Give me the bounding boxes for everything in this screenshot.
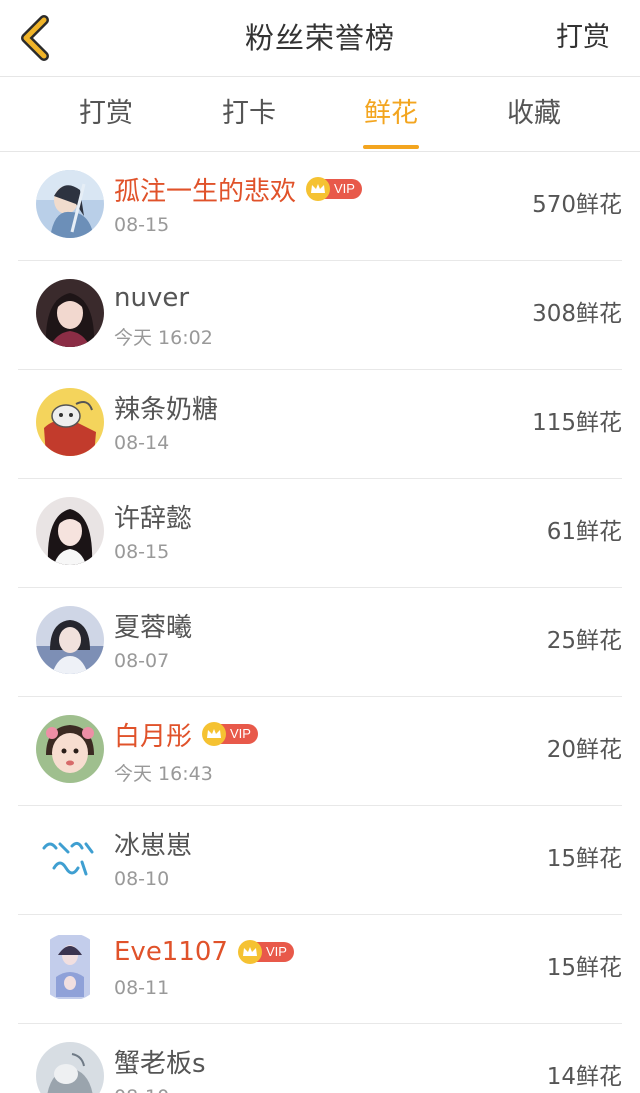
timestamp: 08-10 [114, 868, 170, 890]
vip-badge: VIP [237, 940, 294, 964]
avatar [36, 1042, 104, 1093]
name-line: 冰崽崽 [114, 824, 192, 862]
vip-badge: VIP [306, 177, 362, 201]
name-line: 辣条奶糖 [114, 388, 218, 426]
username: 辣条奶糖 [114, 394, 219, 425]
tab-favorites[interactable]: 收藏 [494, 77, 574, 151]
avatar [36, 170, 104, 238]
name-line: 蟹老板s [114, 1042, 206, 1080]
list-item[interactable]: 辣条奶糖 08-14 115鲜花 [18, 370, 622, 479]
username: 夏蓉曦 [114, 612, 193, 643]
flower-count: 308鲜花 [532, 301, 622, 327]
flower-count: 14鲜花 [546, 1064, 622, 1090]
tab-label: 鲜花 [364, 98, 418, 129]
tab-label: 打赏 [79, 98, 133, 129]
username: Eve1107 [114, 937, 228, 967]
flower-count: 115鲜花 [532, 410, 622, 436]
list-item[interactable]: Eve1107 VIP 08-11 15鲜花 [18, 915, 622, 1024]
reward-button[interactable]: 打赏 [556, 0, 610, 76]
list-item[interactable]: 冰崽崽 08-10 15鲜花 [18, 806, 622, 915]
avatar [36, 388, 104, 456]
avatar [36, 279, 104, 347]
timestamp: 08-15 [114, 214, 170, 236]
crown-icon [202, 722, 227, 746]
name-line: nuver [114, 279, 189, 317]
name-line: 许辞懿 [114, 497, 192, 535]
timestamp: 今天 16:43 [114, 763, 213, 785]
vip-badge: VIP [202, 722, 258, 746]
list-item[interactable]: 许辞懿 08-15 61鲜花 [18, 479, 622, 588]
name-line: 白月彤 VIP [114, 715, 258, 753]
flower-count: 61鲜花 [546, 519, 622, 545]
list-item[interactable]: 蟹老板s 08-10 14鲜花 [18, 1024, 622, 1093]
fan-honor-page: 粉丝荣誉榜 打赏 打赏 打卡 鲜花 收藏 孤注一生的悲欢 VIP 08-15 5… [0, 0, 640, 1093]
list-item[interactable]: nuver 今天 16:02 308鲜花 [18, 261, 622, 370]
username: 蟹老板s [114, 1048, 206, 1079]
timestamp: 今天 16:02 [114, 327, 213, 349]
username: 孤注一生的悲欢 [114, 176, 297, 207]
timestamp: 08-10 [114, 1086, 169, 1093]
avatar [36, 606, 104, 674]
username: nuver [114, 283, 190, 313]
fan-ranking-list: 孤注一生的悲欢 VIP 08-15 570鲜花 nuver 今天 16:02 3… [0, 152, 640, 1093]
tab-label: 打卡 [222, 98, 276, 129]
username: 许辞懿 [114, 503, 193, 534]
timestamp: 08-15 [114, 541, 170, 563]
flower-count: 15鲜花 [546, 846, 622, 872]
page-title: 粉丝荣誉榜 [244, 21, 395, 55]
avatar [36, 715, 104, 783]
crown-icon [306, 177, 331, 201]
tab-flowers[interactable]: 鲜花 [351, 77, 431, 151]
list-item[interactable]: 白月彤 VIP 今天 16:43 20鲜花 [18, 697, 622, 806]
name-line: Eve1107 VIP [114, 933, 294, 971]
timestamp: 08-14 [114, 432, 170, 454]
tab-reward[interactable]: 打赏 [66, 77, 146, 151]
avatar [36, 933, 104, 1001]
flower-count: 20鲜花 [546, 737, 622, 763]
flower-count: 570鲜花 [532, 192, 622, 218]
name-line: 孤注一生的悲欢 VIP [114, 170, 362, 208]
tab-bar: 打赏 打卡 鲜花 收藏 [0, 77, 640, 152]
tab-label: 收藏 [507, 98, 561, 129]
timestamp: 08-07 [114, 650, 170, 672]
active-tab-indicator [363, 145, 419, 149]
crown-icon [237, 940, 262, 964]
flower-count: 15鲜花 [546, 955, 622, 981]
top-bar: 粉丝荣誉榜 打赏 [0, 0, 640, 77]
name-line: 夏蓉曦 [114, 606, 192, 644]
list-item[interactable]: 孤注一生的悲欢 VIP 08-15 570鲜花 [18, 152, 622, 261]
tab-checkin[interactable]: 打卡 [209, 77, 289, 151]
username: 白月彤 [114, 721, 193, 752]
username: 冰崽崽 [114, 830, 193, 861]
timestamp: 08-11 [114, 977, 170, 999]
avatar [36, 824, 104, 892]
list-item[interactable]: 夏蓉曦 08-07 25鲜花 [18, 588, 622, 697]
flower-count: 25鲜花 [546, 628, 622, 654]
avatar [36, 497, 104, 565]
